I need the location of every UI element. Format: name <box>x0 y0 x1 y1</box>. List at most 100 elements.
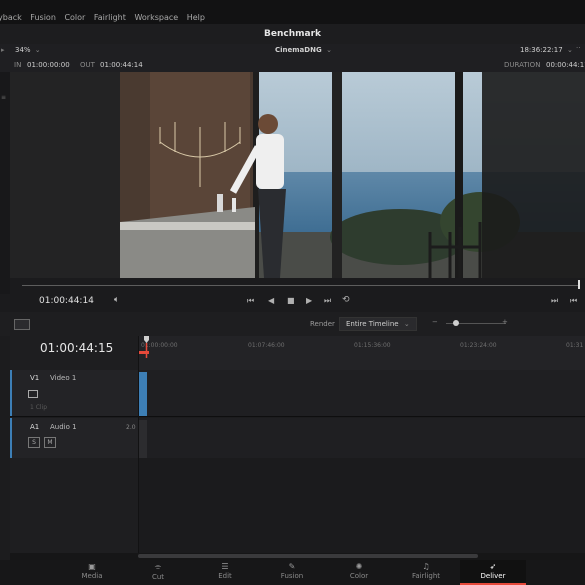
render-range-value: Entire Timeline <box>346 320 399 328</box>
page-tab-fusion[interactable]: ✎ Fusion <box>259 560 325 585</box>
chevron-down-icon: ⌄ <box>566 46 573 54</box>
track-name: Audio 1 <box>50 423 77 431</box>
scrub-track <box>22 285 580 286</box>
page-tab-deliver[interactable]: ➶ Deliver <box>460 560 526 585</box>
render-range-dropdown[interactable]: Entire Timeline ⌄ <box>339 317 417 331</box>
audio-clip[interactable] <box>138 420 147 458</box>
timeline-toolbar: Render Entire Timeline ⌄ − + <box>0 312 585 336</box>
zoom-dropdown[interactable]: 34% ⌄ <box>15 46 41 54</box>
track-id: A1 <box>30 423 40 431</box>
jump-to-end-icon[interactable]: ⏭︎ <box>324 296 331 306</box>
fairlight-icon: ♫ <box>422 562 430 571</box>
video-track-lane[interactable] <box>138 370 585 416</box>
play-icon[interactable]: ▶ <box>306 296 312 305</box>
video-clip[interactable] <box>138 372 147 416</box>
zoom-slider-handle[interactable] <box>453 320 459 326</box>
horizontal-scrollbar[interactable] <box>10 553 585 560</box>
timeline-playhead[interactable] <box>138 336 150 358</box>
viewer-toolbar: ▸ 34% ⌄ CinemaDNG ⌄ 18:36:22:17 ⌄ ·· <box>0 44 585 58</box>
page-label: Fusion <box>280 572 304 580</box>
video-track-toggle-icon[interactable] <box>28 390 38 398</box>
page-label: Cut <box>151 573 165 581</box>
chevron-down-icon: ⌄ <box>326 46 333 54</box>
volume-icon[interactable]: 🔈︎ <box>114 295 119 305</box>
page-tab-media[interactable]: ▣ Media <box>59 560 125 585</box>
zoom-out-icon[interactable]: − <box>432 318 438 326</box>
track-name: Video 1 <box>50 374 77 382</box>
page-label: Fairlight <box>411 572 440 580</box>
scrollbar-thumb[interactable] <box>138 554 478 558</box>
page-label: Media <box>81 572 103 580</box>
menu-playback[interactable]: yback <box>0 13 22 22</box>
ruler-tick: 01:07:46:00 <box>248 342 285 349</box>
out-timecode[interactable]: 01:00:44:14 <box>100 61 143 69</box>
duration-timecode: 00:00:44:17 <box>546 61 585 69</box>
menu-help[interactable]: Help <box>187 13 205 22</box>
page-label: Color <box>349 572 369 580</box>
menu-color[interactable]: Color <box>64 13 85 22</box>
menu-bar: yback Fusion Color Fairlight Workspace H… <box>0 0 585 24</box>
format-value: CinemaDNG <box>275 46 322 54</box>
format-dropdown[interactable]: CinemaDNG ⌄ <box>275 46 332 54</box>
scrub-playhead[interactable] <box>578 280 580 289</box>
menu-fusion[interactable]: Fusion <box>30 13 56 22</box>
track-divider <box>10 416 585 417</box>
track-id: V1 <box>30 374 40 382</box>
panel-collapse-icon[interactable]: ▸ <box>1 46 5 54</box>
duration-label: DURATION <box>504 61 541 69</box>
cut-icon: ⌯ <box>154 562 162 571</box>
transport-bar: 01:00:44:14 🔈︎ ⏮︎ ◀ ■ ▶ ⏭︎ ⟲ ⏭︎ ⏮︎ <box>0 294 585 312</box>
render-label: Render <box>310 320 335 328</box>
solo-button[interactable]: S <box>28 437 40 448</box>
timeline-view-icon[interactable] <box>14 319 30 330</box>
ruler-tick: 01:15:36:00 <box>354 342 391 349</box>
edit-icon: ☰ <box>221 562 229 571</box>
zoom-value: 34% <box>15 46 31 54</box>
clock-value: 18:36:22:17 <box>520 46 563 54</box>
in-timecode[interactable]: 01:00:00:00 <box>27 61 70 69</box>
audio-track-lane[interactable] <box>138 418 585 458</box>
panel-handle-icon[interactable]: ≡ <box>1 94 6 101</box>
in-label: IN <box>14 61 22 69</box>
media-icon: ▣ <box>88 562 96 571</box>
track-header-empty-area <box>10 458 138 553</box>
viewer-canvas[interactable] <box>10 72 585 278</box>
in-out-bar: IN 01:00:00:00 OUT 01:00:44:14 DURATION … <box>0 58 585 72</box>
more-options-icon[interactable]: ·· <box>576 44 580 52</box>
current-timecode: 01:00:44:14 <box>39 296 94 306</box>
page-label: Deliver <box>480 572 506 580</box>
page-navigation: ▣ Media ⌯ Cut ☰ Edit ✎ Fusion ✺ Color ♫ … <box>0 560 585 585</box>
next-frame-icon[interactable]: ⏭︎ <box>551 296 558 306</box>
left-panel-strip: ≡ <box>0 72 10 294</box>
audio-track-header[interactable]: A1 Audio 1 2.0 S M <box>10 418 140 458</box>
timeline-timecode-panel: 01:00:44:15 <box>10 336 138 370</box>
menu-workspace[interactable]: Workspace <box>134 13 178 22</box>
clock-dropdown[interactable]: 18:36:22:17 ⌄ <box>520 46 573 54</box>
zoom-in-icon[interactable]: + <box>502 318 508 326</box>
mute-button[interactable]: M <box>44 437 56 448</box>
chevron-down-icon: ⌄ <box>34 46 41 54</box>
timeline-ruler[interactable]: 01:00:00:00 01:07:46:00 01:15:36:00 01:2… <box>138 336 585 370</box>
video-frame <box>10 72 585 278</box>
page-tab-fairlight[interactable]: ♫ Fairlight <box>393 560 459 585</box>
previous-frame-icon[interactable]: ⏮︎ <box>570 296 577 306</box>
loop-icon[interactable]: ⟲ <box>342 295 350 305</box>
page-tab-cut[interactable]: ⌯ Cut <box>125 560 191 585</box>
menu-fairlight[interactable]: Fairlight <box>94 13 126 22</box>
video-track-header[interactable]: V1 Video 1 1 Clip <box>10 370 140 416</box>
scrub-bar[interactable] <box>10 278 585 294</box>
audio-channels: 2.0 <box>126 424 136 431</box>
stop-icon[interactable]: ■ <box>287 296 295 305</box>
play-reverse-icon[interactable]: ◀ <box>268 296 274 305</box>
ruler-tick: 01:23:24:00 <box>460 342 497 349</box>
page-tab-color[interactable]: ✺ Color <box>326 560 392 585</box>
fusion-icon: ✎ <box>288 562 296 571</box>
timeline-timecode: 01:00:44:15 <box>40 341 114 355</box>
ruler-tick: 01:31 <box>566 342 584 349</box>
track-clip-count: 1 Clip <box>30 404 48 411</box>
chevron-down-icon: ⌄ <box>403 320 410 328</box>
jump-to-start-icon[interactable]: ⏮︎ <box>247 296 254 306</box>
page-tab-edit[interactable]: ☰ Edit <box>192 560 258 585</box>
out-label: OUT <box>80 61 95 69</box>
timeline-empty-area[interactable] <box>138 458 585 553</box>
